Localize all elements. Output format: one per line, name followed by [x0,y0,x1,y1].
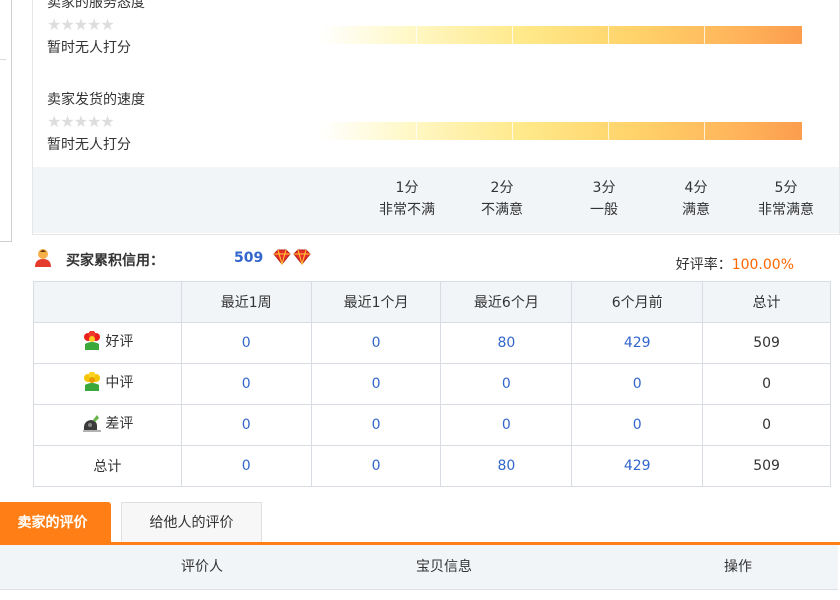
rating-stars: ★★★★★ [47,112,115,131]
cell-value[interactable]: 0 [180,363,312,405]
red-flower-icon [84,331,101,350]
credit-label: 买家累积信用： [66,253,164,269]
rate-value: 100.00% [731,257,794,273]
column-header: 最近1个月 [310,281,442,323]
scale-score: 2分 [490,180,514,196]
row-label: 差评 [105,416,134,432]
cell-total: 0 [702,404,831,446]
review-tabs: 卖家的评价 给他人的评价 [0,502,840,546]
scale-desc: 满意 [682,202,710,218]
score-bar-shipping [320,122,802,140]
rating-stars: ★★★★★ [47,15,115,34]
score-scale-legend: 1分 非常不满 2分 不满意 3分 一般 4分 满意 5分 非常满意 [33,167,839,233]
scale-score: 1分 [395,180,419,196]
score-bar-service [320,26,802,44]
positive-rate: 好评率：100.00% [676,254,794,274]
rate-label: 好评率： [675,257,732,273]
column-header: 最近1周 [180,281,312,323]
column-header [33,281,182,323]
column-header: 6个月前 [571,281,704,323]
tab-reviews-given[interactable]: 给他人的评价 [121,502,262,543]
diamond-badges[interactable] [272,248,314,270]
cell-value[interactable]: 429 [571,445,704,487]
row-label: 中评 [105,375,134,391]
cell-value[interactable]: 80 [440,445,573,487]
scale-item-3: 3分 一般 [569,177,639,221]
cell-total: 509 [702,445,831,487]
column-header: 最近6个月 [440,281,573,323]
cell-total: 509 [702,322,831,364]
bad-review-icon [83,415,102,432]
table-row-neutral: 中评 0 0 0 0 0 [33,363,831,405]
yellow-flower-icon [84,372,101,391]
row-label-cell: 差评 [33,404,182,446]
cell-value[interactable]: 0 [310,445,442,487]
left-sidebar-edge [0,0,12,242]
cell-value[interactable]: 0 [180,322,312,364]
cell-value[interactable]: 0 [571,363,704,405]
cell-value[interactable]: 0 [440,363,573,405]
rating-shipping-speed: 卖家发货的速度 ★★★★★ 暂时无人打分 [47,89,145,154]
scale-desc: 非常不满 [379,202,435,218]
review-stats-table: 最近1周 最近1个月 最近6个月 6个月前 总计 好评 0 0 80 429 5… [33,281,831,487]
column-header-reviewer: 评价人 [181,559,223,575]
buyer-avatar-icon [35,249,51,267]
rating-title: 卖家的服务态度 [47,0,145,11]
scale-desc: 一般 [590,202,618,218]
cell-value[interactable]: 0 [571,404,704,446]
column-header-item: 宝贝信息 [416,559,472,575]
cell-value[interactable]: 80 [440,322,573,364]
rating-status: 暂时无人打分 [47,40,131,56]
table-row-total: 总计 0 0 80 429 509 [33,445,831,487]
scale-desc: 不满意 [481,202,523,218]
column-header: 总计 [702,281,831,323]
row-label: 好评 [105,334,134,350]
cell-value[interactable]: 0 [310,322,442,364]
scale-item-2: 2分 不满意 [467,177,537,221]
cell-value[interactable]: 0 [310,404,442,446]
diamond-icon [273,249,311,266]
buyer-credit-row: 买家累积信用： 509 好评率：100.00% [34,248,830,273]
row-label: 总计 [33,445,182,487]
scale-score: 4分 [684,180,708,196]
table-header-row: 最近1周 最近1个月 最近6个月 6个月前 总计 [33,281,831,323]
table-row-negative: 差评 0 0 0 0 0 [33,404,831,446]
row-label-cell: 好评 [33,322,182,364]
scale-desc: 非常满意 [758,202,814,218]
row-label-cell: 中评 [33,363,182,405]
rating-service-attitude: 卖家的服务态度 ★★★★★ 暂时无人打分 [47,0,145,57]
cell-value[interactable]: 0 [310,363,442,405]
tab-seller-reviews[interactable]: 卖家的评价 [0,502,111,544]
cell-value[interactable]: 0 [180,445,312,487]
cell-value[interactable]: 0 [440,404,573,446]
table-row-positive: 好评 0 0 80 429 509 [33,322,831,364]
rating-title: 卖家发货的速度 [47,92,145,108]
column-header-action: 操作 [724,559,752,575]
cell-value[interactable]: 429 [571,322,704,364]
scale-item-1: 1分 非常不满 [372,177,442,221]
credit-value[interactable]: 509 [234,250,263,266]
cell-value[interactable]: 0 [180,404,312,446]
cell-total: 0 [702,363,831,405]
scale-item-5: 5分 非常满意 [748,177,824,221]
rating-status: 暂时无人打分 [47,137,131,153]
review-list-header: 评价人 宝贝信息 操作 [0,545,838,590]
scale-score: 5分 [774,180,798,196]
scale-score: 3分 [592,180,616,196]
scale-item-4: 4分 满意 [661,177,731,221]
